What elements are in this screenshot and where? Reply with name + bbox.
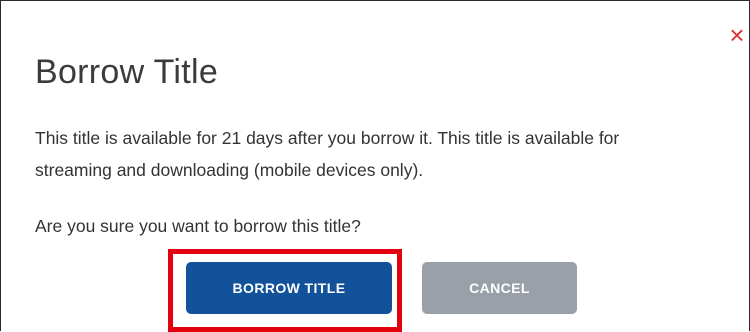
- dialog-description: This title is available for 21 days afte…: [35, 128, 620, 180]
- borrow-title-button[interactable]: BORROW TITLE: [186, 262, 392, 314]
- dialog-title: Borrow Title: [35, 53, 219, 91]
- close-icon[interactable]: ×: [725, 22, 749, 48]
- confirm-question: Are you sure you want to borrow this tit…: [35, 216, 361, 236]
- cancel-button[interactable]: CANCEL: [422, 262, 577, 314]
- borrow-title-dialog: × Borrow Title This title is available f…: [0, 0, 750, 332]
